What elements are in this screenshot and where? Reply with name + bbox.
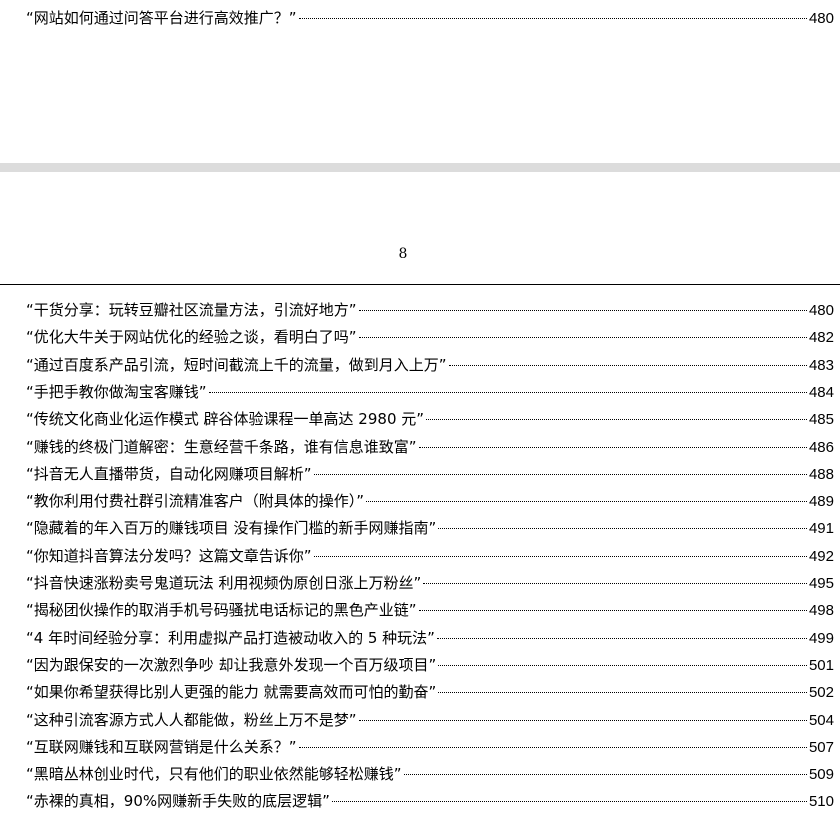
toc-entry[interactable]: “黑暗丛林创业时代，只有他们的职业依然能够轻松赚钱” 509 [26,762,834,786]
toc-entry-page: 501 [808,657,834,674]
dot-leader [436,638,807,639]
toc-entry-title: “教你利用付费社群引流精准客户（附具体的操作）” [26,492,365,510]
dot-leader [358,720,807,721]
dot-leader [448,365,807,366]
toc-entry-title: “如果你希望获得比别人更强的能力 就需要高效而可怕的勤奋” [26,683,437,701]
dot-leader [423,583,807,584]
header-rule [0,284,840,285]
toc-entry-page: 480 [808,10,834,27]
toc-entry-page: 504 [808,712,834,729]
toc-entry-title: “手把手教你做淘宝客赚钱” [26,383,207,401]
toc-entry-page: 488 [808,466,834,483]
toc-entry-title: “隐藏着的年入百万的赚钱项目 没有操作门槛的新手网赚指南” [26,519,437,537]
toc-entry-page: 484 [808,384,834,401]
dot-leader [298,747,807,748]
toc-entry-title: “传统文化商业化运作模式 辟谷体验课程一单高达 2980 元” [26,410,425,428]
dot-leader [358,310,807,311]
toc-entry[interactable]: “抖音无人直播带货，自动化网赚项目解析” 488 [26,462,834,486]
dot-leader [313,556,807,557]
toc-entry[interactable]: “4 年时间经验分享：利用虚拟产品打造被动收入的 5 种玩法” 499 [26,626,834,650]
toc-entry[interactable]: “通过百度系产品引流，短时间截流上千的流量，做到月入上万” 483 [26,353,834,377]
toc-entry[interactable]: “优化大牛关于网站优化的经验之谈，看明白了吗” 482 [26,325,834,349]
dot-leader [418,447,807,448]
toc-entry-page: 498 [808,602,834,619]
toc-entry-title: “这种引流客源方式人人都能做，粉丝上万不是梦” [26,711,357,729]
dot-leader [331,801,807,802]
dot-leader [438,528,807,529]
toc-entry[interactable]: “揭秘团伙操作的取消手机号码骚扰电话标记的黑色产业链” 498 [26,598,834,622]
toc-entry-page: 502 [808,684,834,701]
toc-entry[interactable]: “教你利用付费社群引流精准客户（附具体的操作）” 489 [26,489,834,513]
toc-entry-page: 499 [808,630,834,647]
dot-leader [438,692,807,693]
toc-entry-title: “抖音快速涨粉卖号鬼道玩法 利用视频伪原创日涨上万粉丝” [26,574,422,592]
dot-leader [418,610,807,611]
toc-entry-title: “4 年时间经验分享：利用虚拟产品打造被动收入的 5 种玩法” [26,629,435,647]
toc-entry[interactable]: “赚钱的终极门道解密：生意经营千条路，谁有信息谁致富” 486 [26,435,834,459]
page-separator [0,163,840,172]
dot-leader [403,774,807,775]
toc-entry-page: 489 [808,493,834,510]
toc-entry[interactable]: “互联网赚钱和互联网营销是什么关系？” 507 [26,735,834,759]
toc-entry-title: “抖音无人直播带货，自动化网赚项目解析” [26,465,312,483]
toc-entry[interactable]: “赤裸的真相，90%网赚新手失败的底层逻辑” 510 [26,789,834,813]
toc-entry-page: 510 [808,793,834,810]
toc-entry-page: 482 [808,329,834,346]
toc-entry-title: “互联网赚钱和互联网营销是什么关系？” [26,738,297,756]
page-number: 8 [398,246,408,262]
toc-entry[interactable]: “手把手教你做淘宝客赚钱” 484 [26,380,834,404]
dot-leader [313,474,807,475]
toc-entry[interactable]: “网站如何通过问答平台进行高效推广？” 480 [26,6,834,30]
toc-entry-title: “揭秘团伙操作的取消手机号码骚扰电话标记的黑色产业链” [26,601,417,619]
toc-entry-page: 509 [808,766,834,783]
toc-entry[interactable]: “干货分享：玩转豆瓣社区流量方法，引流好地方” 480 [26,298,834,322]
toc-entry-title: “赤裸的真相，90%网赚新手失败的底层逻辑” [26,792,330,810]
toc-entry[interactable]: “如果你希望获得比别人更强的能力 就需要高效而可怕的勤奋” 502 [26,680,834,704]
toc-entry-page: 483 [808,357,834,374]
toc-entry-title: “网站如何通过问答平台进行高效推广？” [26,9,297,27]
toc-entry[interactable]: “这种引流客源方式人人都能做，粉丝上万不是梦” 504 [26,708,834,732]
toc-entry-page: 495 [808,575,834,592]
dot-leader [208,392,807,393]
toc-entry[interactable]: “隐藏着的年入百万的赚钱项目 没有操作门槛的新手网赚指南” 491 [26,516,834,540]
toc-entry-page: 491 [808,520,834,537]
toc-entry-title: “你知道抖音算法分发吗？这篇文章告诉你” [26,547,312,565]
toc-entry[interactable]: “传统文化商业化运作模式 辟谷体验课程一单高达 2980 元” 485 [26,407,834,431]
dot-leader [358,337,807,338]
toc-entry-page: 507 [808,739,834,756]
toc-entry-page: 485 [808,411,834,428]
toc-entry-page: 486 [808,439,834,456]
toc-entry[interactable]: “抖音快速涨粉卖号鬼道玩法 利用视频伪原创日涨上万粉丝” 495 [26,571,834,595]
toc-entry-title: “优化大牛关于网站优化的经验之谈，看明白了吗” [26,328,357,346]
toc-entry[interactable]: “因为跟保安的一次激烈争吵 却让我意外发现一个百万级项目” 501 [26,653,834,677]
dot-leader [438,665,807,666]
dot-leader [366,501,807,502]
toc-entry-title: “干货分享：玩转豆瓣社区流量方法，引流好地方” [26,301,357,319]
toc-entry-title: “黑暗丛林创业时代，只有他们的职业依然能够轻松赚钱” [26,765,402,783]
toc-entry-title: “因为跟保安的一次激烈争吵 却让我意外发现一个百万级项目” [26,656,437,674]
toc-entry-page: 492 [808,548,834,565]
toc-entry-title: “赚钱的终极门道解密：生意经营千条路，谁有信息谁致富” [26,438,417,456]
previous-page: “网站如何通过问答平台进行高效推广？” 480 [0,0,840,163]
toc-entry-title: “通过百度系产品引流，短时间截流上千的流量，做到月入上万” [26,356,447,374]
dot-leader [426,419,807,420]
dot-leader [298,18,807,19]
toc-entry-page: 480 [808,302,834,319]
toc-entry[interactable]: “你知道抖音算法分发吗？这篇文章告诉你” 492 [26,544,834,568]
